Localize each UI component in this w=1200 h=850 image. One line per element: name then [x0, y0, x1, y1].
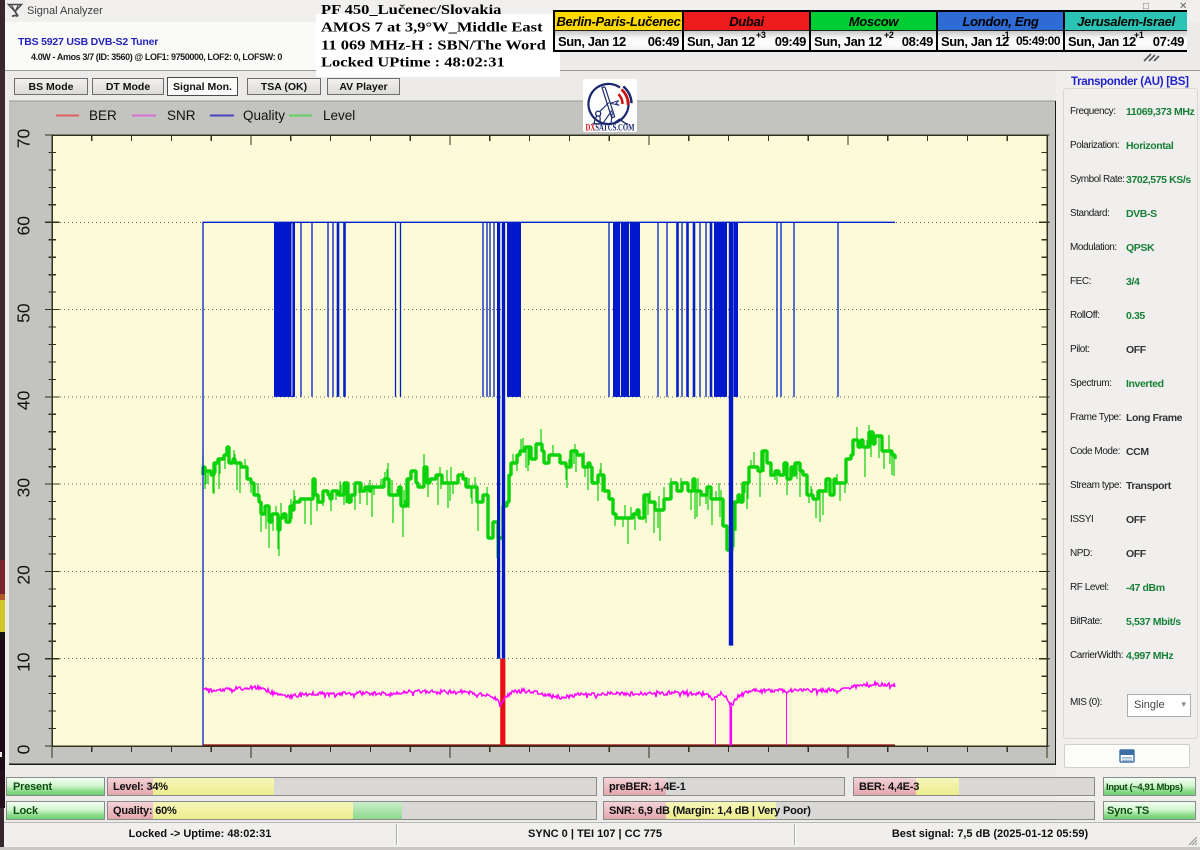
svg-text:BER: BER — [89, 108, 117, 123]
svg-text:20: 20 — [14, 565, 34, 585]
svg-text:Level: Level — [323, 108, 355, 123]
svg-text:60: 60 — [14, 216, 34, 236]
svg-text:10: 10 — [14, 652, 34, 672]
svg-text:Quality: Quality — [243, 108, 285, 123]
svg-text:50: 50 — [14, 303, 34, 323]
svg-text:DXSATCS.COM: DXSATCS.COM — [586, 123, 635, 133]
svg-text:SNR: SNR — [167, 108, 196, 123]
svg-text:30: 30 — [14, 478, 34, 498]
svg-text:70: 70 — [14, 129, 34, 149]
svg-text:0: 0 — [14, 744, 34, 754]
svg-text:40: 40 — [14, 390, 34, 410]
